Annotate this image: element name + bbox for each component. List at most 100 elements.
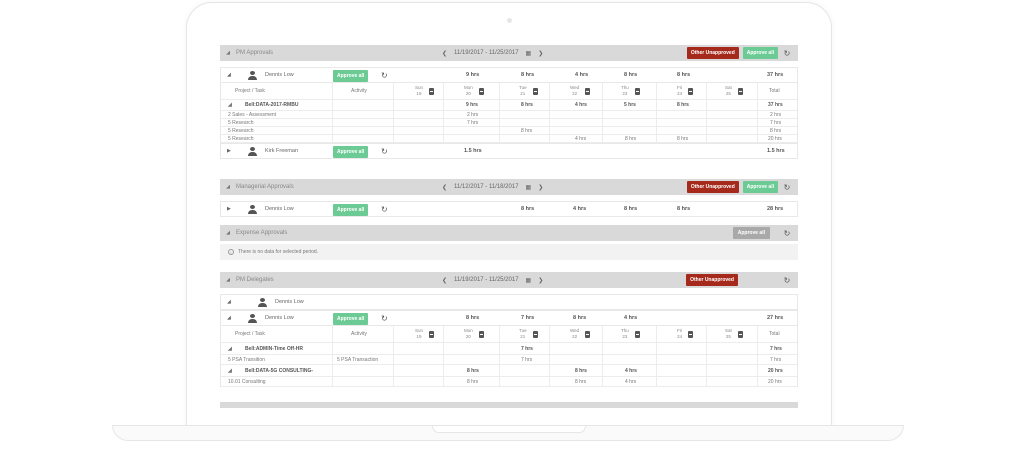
project-row[interactable]: ◢ Bell:DATA-5G CONSULTING- 8 hrs 8 hrs 4… — [221, 365, 797, 377]
hours-thu: 8 hrs — [624, 206, 638, 212]
project-row[interactable]: ◢ Bell:DATA-2017-RMBU 9 hrs 8 hrs 4 hrs … — [221, 100, 797, 111]
collapse-triangle-icon[interactable]: ◢ — [220, 50, 236, 56]
collapse-triangle-icon[interactable]: ◢ — [228, 343, 232, 354]
refresh-icon[interactable]: ↻ — [381, 314, 388, 323]
user-icon — [248, 71, 257, 80]
hours-thu: 4 hrs — [625, 367, 637, 374]
prev-week-icon[interactable]: ❮ — [442, 50, 447, 57]
hours-total: 37 hrs — [768, 102, 783, 108]
timesheet-doc-icon[interactable] — [478, 87, 484, 95]
calendar-icon[interactable]: ▦ — [526, 50, 532, 57]
expand-triangle-icon[interactable]: ▶ — [227, 148, 231, 154]
timesheet-doc-icon[interactable] — [737, 87, 743, 95]
laptop-notch — [432, 426, 586, 433]
project-row[interactable]: ◢ Bell:ADMIN-Time Off-HR 7 hrs 7 hrs — [221, 343, 797, 355]
hours-wed: 8 hrs — [575, 378, 587, 385]
timesheet-doc-icon[interactable] — [429, 330, 435, 338]
hours-tue: 7 hrs — [521, 315, 535, 321]
collapse-triangle-icon[interactable]: ◢ — [227, 315, 231, 321]
expand-triangle-icon[interactable]: ▶ — [227, 206, 231, 212]
approve-all-button[interactable]: Approve all — [732, 227, 770, 239]
timesheet-doc-icon[interactable] — [634, 87, 640, 95]
day-header-fri: Fri 24 — [677, 326, 694, 342]
collapse-triangle-icon[interactable]: ◢ — [228, 365, 232, 376]
next-week-icon[interactable]: ❯ — [538, 277, 543, 284]
hours-total: 2 hrs — [770, 111, 782, 118]
refresh-icon[interactable]: ↻ — [782, 229, 792, 238]
day-header-sat: Sat 25 — [725, 83, 743, 99]
pm-delegates-section: ◢ PM Delegates ❮ 11/19/2017 - 11/25/2017… — [220, 272, 798, 387]
collapse-triangle-icon[interactable]: ◢ — [220, 277, 236, 283]
timesheet-doc-icon[interactable] — [585, 87, 591, 95]
timesheet-doc-icon[interactable] — [532, 87, 538, 95]
person-row-dennis-low[interactable]: ◢ Dennis Low Approve all ↻ 8 hrs 7 hrs 8… — [220, 310, 798, 326]
next-week-icon[interactable]: ❯ — [538, 50, 543, 57]
approve-all-button[interactable]: Approve all — [333, 313, 369, 325]
hours-total: 7 hrs — [770, 356, 782, 363]
person-row-kirk-freeman[interactable]: ▶ Kirk Freeman Approve all ↻ 1.5 hrs 1.5… — [220, 143, 798, 159]
approve-all-button[interactable]: Approve all — [333, 70, 369, 82]
timesheet-doc-icon[interactable] — [688, 87, 694, 95]
hours-wed: 4 hrs — [573, 206, 587, 212]
calendar-icon[interactable]: ▦ — [526, 277, 532, 284]
task-activity: 5 PSA Transaction — [337, 356, 379, 363]
prev-week-icon[interactable]: ❮ — [442, 277, 447, 284]
collapse-triangle-icon[interactable]: ◢ — [228, 100, 232, 110]
timesheet-doc-icon[interactable] — [585, 330, 591, 338]
person-name: Dennis Low — [265, 206, 294, 212]
section-title: PM Approvals — [236, 50, 274, 56]
timesheet-doc-icon[interactable] — [737, 330, 743, 338]
refresh-icon[interactable]: ↻ — [381, 71, 388, 80]
next-week-icon[interactable]: ❯ — [538, 184, 543, 191]
timesheet-doc-icon[interactable] — [688, 330, 694, 338]
hours-mon: 9 hrs — [466, 72, 480, 78]
calendar-icon[interactable]: ▦ — [526, 184, 532, 191]
collapse-triangle-icon[interactable]: ◢ — [227, 299, 231, 305]
approve-all-button[interactable]: Approve all — [742, 181, 778, 193]
refresh-icon[interactable]: ↻ — [782, 183, 792, 192]
hours-tue: 8 hrs — [521, 102, 533, 108]
task-row: 10.01 Consulting 8 hrs 8 hrs 4 hrs 20 hr… — [221, 377, 797, 387]
collapse-triangle-icon[interactable]: ◢ — [220, 184, 236, 190]
task-row: 5 Research 7 hrs 7 hrs — [221, 119, 797, 127]
person-name: Dennis Low — [265, 315, 294, 321]
approve-all-button[interactable]: Approve all — [333, 146, 369, 158]
timesheet-doc-icon[interactable] — [478, 330, 484, 338]
person-row-dennis-low[interactable]: ▶ Dennis Low Approve all ↻ 8 hrs 4 hrs 8… — [220, 201, 798, 217]
timesheet-doc-icon[interactable] — [532, 330, 538, 338]
approve-all-button[interactable]: Approve all — [333, 204, 369, 216]
other-unapproved-button[interactable]: Other Unapproved — [686, 47, 739, 59]
prev-week-icon[interactable]: ❮ — [442, 184, 447, 191]
refresh-icon[interactable]: ↻ — [782, 49, 792, 58]
refresh-icon[interactable]: ↻ — [381, 147, 388, 156]
other-unapproved-button[interactable]: Other Unapproved — [686, 274, 738, 286]
hours-mon: 8 hrs — [467, 378, 479, 385]
expense-approvals-header[interactable]: ◢ Expense Approvals Approve all ↻ — [220, 225, 798, 241]
pm-approvals-header[interactable]: ◢ PM Approvals ❮ 11/19/2017 - 11/25/2017… — [220, 45, 798, 61]
refresh-icon[interactable]: ↻ — [381, 205, 388, 214]
expand-triangle-icon[interactable]: ◢ — [227, 72, 231, 78]
delegate-row[interactable]: ◢ Dennis Low — [220, 294, 798, 310]
collapse-triangle-icon[interactable]: ◢ — [220, 230, 236, 236]
hours-fri: 8 hrs — [677, 206, 691, 212]
hours-tue: 8 hrs — [521, 206, 535, 212]
timesheet-doc-icon[interactable] — [634, 330, 640, 338]
hours-wed: 4 hrs — [575, 72, 589, 78]
screen: ◢ PM Approvals ❮ 11/19/2017 - 11/25/2017… — [214, 38, 804, 408]
managerial-approvals-header[interactable]: ◢ Managerial Approvals ❮ 11/12/2017 - 11… — [220, 179, 798, 195]
timesheet-doc-icon[interactable] — [429, 87, 435, 95]
date-range: 11/19/2017 - 11/25/2017 — [454, 277, 519, 283]
person-row-dennis-low[interactable]: ◢ Dennis Low Approve all ↻ 9 hrs 8 hrs 4… — [220, 67, 798, 83]
other-unapproved-button[interactable]: Other Unapproved — [686, 181, 739, 193]
refresh-icon[interactable]: ↻ — [782, 276, 792, 285]
project-name: Bell:ADMIN-Time Off-HR — [245, 345, 303, 352]
pm-delegates-header[interactable]: ◢ PM Delegates ❮ 11/19/2017 - 11/25/2017… — [220, 272, 798, 288]
user-icon — [248, 314, 257, 323]
project-name: Bell:DATA-2017-RMBU — [245, 102, 299, 108]
day-header-fri: Fri 24 — [677, 83, 694, 99]
section-title: Expense Approvals — [236, 230, 288, 236]
task-name: 5 Research — [228, 119, 254, 126]
approve-all-button[interactable]: Approve all — [742, 47, 778, 59]
hours-total: 20 hrs — [768, 378, 782, 385]
hours-tue: 8 hrs — [521, 72, 535, 78]
